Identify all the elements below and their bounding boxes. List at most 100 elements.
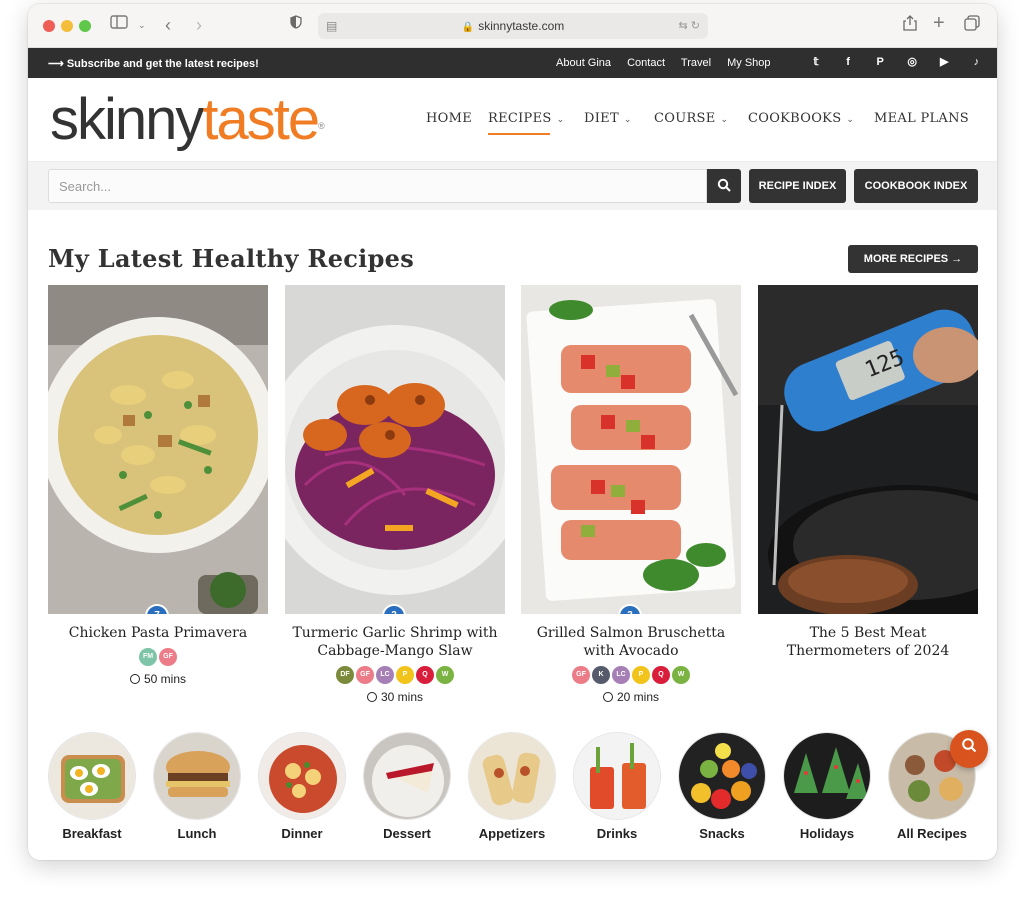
site-header: skinnytaste® HOME RECIPES ⌄ DIET ⌄ COURSE ⌄… (28, 78, 997, 162)
tag-gf[interactable]: GF (356, 666, 374, 684)
browser-window: ⌄ ‹ › ▤ 🔒 skinnytaste.com ⇆ ↻ + ⟶ Subscri… (28, 4, 997, 860)
tab-overview-icon[interactable] (964, 15, 980, 37)
chevron-down-icon: ⌄ (623, 115, 632, 125)
clock-icon (602, 692, 613, 702)
article-card[interactable]: 125 The 5 Best Meat Thermometers of 2024 (758, 285, 978, 660)
twitter-icon[interactable]: 𝕥 (806, 55, 826, 68)
back-icon[interactable]: ‹ (165, 15, 171, 35)
category-snacks[interactable]: Snacks (677, 732, 767, 841)
tag-q[interactable]: Q (416, 666, 434, 684)
article-title[interactable]: The 5 Best Meat Thermometers of 2024 (758, 624, 978, 660)
diet-tags: FM GF (48, 648, 268, 666)
url-text: skinnytaste.com (478, 19, 565, 33)
tag-w[interactable]: W (672, 666, 690, 684)
chevron-down-icon: ⌄ (556, 115, 565, 125)
recipe-card[interactable]: 7 Chicken Pasta Primavera FM GF 50 mins (48, 285, 268, 686)
tag-k[interactable]: K (592, 666, 610, 684)
tag-p[interactable]: P (396, 666, 414, 684)
shop-link[interactable]: My Shop (727, 57, 770, 69)
page-icon: ▤ (326, 19, 338, 33)
category-dessert[interactable]: Dessert (362, 732, 452, 841)
cook-time: 30 mins (285, 690, 505, 704)
cook-time: 50 mins (48, 672, 268, 686)
chevron-down-icon[interactable]: ⌄ (138, 15, 146, 35)
lock-icon: 🔒 (461, 22, 475, 33)
category-appetizers[interactable]: Appetizers (467, 732, 557, 841)
browser-toolbar: ⌄ ‹ › ▤ 🔒 skinnytaste.com ⇆ ↻ + (28, 4, 997, 48)
category-lunch[interactable]: Lunch (152, 732, 242, 841)
subscribe-link[interactable]: ⟶ Subscribe and get the latest recipes! (48, 57, 259, 70)
nav-recipes[interactable]: RECIPES ⌄ (488, 111, 565, 135)
category-image[interactable] (153, 732, 241, 820)
category-image[interactable] (468, 732, 556, 820)
category-image[interactable] (363, 732, 451, 820)
pinterest-icon[interactable]: P (870, 56, 890, 68)
category-image[interactable] (678, 732, 766, 820)
top-announcement-bar: ⟶ Subscribe and get the latest recipes! … (28, 48, 997, 78)
nav-course[interactable]: COURSE ⌄ (654, 111, 728, 126)
recipe-image-shrimp[interactable]: 2 (285, 285, 505, 614)
translate-reload-icons[interactable]: ⇆ ↻ (679, 13, 701, 39)
tag-gf[interactable]: GF (572, 666, 590, 684)
recipe-card[interactable]: 3 Grilled Salmon Bruschetta with Avocado… (521, 285, 741, 704)
youtube-icon[interactable]: ▶ (934, 55, 954, 68)
search-input[interactable] (48, 169, 707, 203)
diet-tags: GF K LC P Q W (521, 666, 741, 684)
tag-lc[interactable]: LC (376, 666, 394, 684)
recipe-index-button[interactable]: RECIPE INDEX (749, 169, 846, 203)
nav-home[interactable]: HOME (426, 111, 472, 126)
tiktok-icon[interactable]: ♪ (966, 56, 986, 68)
section-title: My Latest Healthy Recipes (48, 244, 415, 273)
tag-p[interactable]: P (632, 666, 650, 684)
cookbook-index-button[interactable]: COOKBOOK INDEX (854, 169, 978, 203)
category-image[interactable] (573, 732, 661, 820)
nav-cookbooks[interactable]: COOKBOOKS ⌄ (748, 111, 854, 126)
category-holidays[interactable]: Holidays (782, 732, 872, 841)
recipe-image-salmon[interactable]: 3 (521, 285, 741, 614)
tag-q[interactable]: Q (652, 666, 670, 684)
instagram-icon[interactable]: ◎ (902, 55, 922, 68)
recipe-title[interactable]: Turmeric Garlic Shrimp with Cabbage-Mang… (285, 624, 505, 660)
recipe-title[interactable]: Chicken Pasta Primavera (48, 624, 268, 642)
search-button[interactable] (707, 169, 741, 203)
floating-search-button[interactable] (950, 730, 988, 768)
recipe-image-pasta[interactable]: 7 (48, 285, 268, 614)
article-image-thermometer[interactable]: 125 (758, 285, 978, 614)
recipe-title[interactable]: Grilled Salmon Bruschetta with Avocado (521, 624, 741, 660)
about-link[interactable]: About Gina (556, 57, 611, 69)
chevron-down-icon: ⌄ (720, 115, 729, 125)
category-image[interactable] (48, 732, 136, 820)
share-icon[interactable] (903, 15, 917, 37)
tag-fm[interactable]: FM (139, 648, 157, 666)
clock-icon (129, 674, 140, 684)
privacy-shield-icon[interactable] (290, 15, 302, 35)
social-links: 𝕥 f P ◎ ▶ ♪ (806, 55, 995, 68)
forward-icon[interactable]: › (196, 15, 202, 35)
minimize-window-button[interactable] (61, 20, 73, 32)
search-icon (962, 738, 977, 753)
close-window-button[interactable] (43, 20, 55, 32)
nav-diet[interactable]: DIET ⌄ (584, 111, 632, 126)
tag-lc[interactable]: LC (612, 666, 630, 684)
clock-icon (366, 692, 377, 702)
contact-link[interactable]: Contact (627, 57, 665, 69)
sidebar-toggle-icon[interactable] (110, 15, 128, 35)
category-breakfast[interactable]: Breakfast (47, 732, 137, 841)
address-bar[interactable]: ▤ 🔒 skinnytaste.com ⇆ ↻ (318, 13, 708, 39)
new-tab-icon[interactable]: + (933, 13, 945, 33)
category-image[interactable] (783, 732, 871, 820)
search-icon (717, 178, 731, 192)
recipe-card[interactable]: 2 Turmeric Garlic Shrimp with Cabbage-Ma… (285, 285, 505, 704)
tag-gf[interactable]: GF (159, 648, 177, 666)
category-image[interactable] (258, 732, 346, 820)
maximize-window-button[interactable] (79, 20, 91, 32)
travel-link[interactable]: Travel (681, 57, 711, 69)
facebook-icon[interactable]: f (838, 56, 858, 68)
tag-w[interactable]: W (436, 666, 454, 684)
category-dinner[interactable]: Dinner (257, 732, 347, 841)
more-recipes-button[interactable]: MORE RECIPES → (848, 245, 978, 273)
site-logo[interactable]: skinnytaste® (50, 90, 325, 150)
nav-meal-plans[interactable]: MEAL PLANS (874, 111, 969, 126)
category-drinks[interactable]: Drinks (572, 732, 662, 841)
tag-df[interactable]: DF (336, 666, 354, 684)
